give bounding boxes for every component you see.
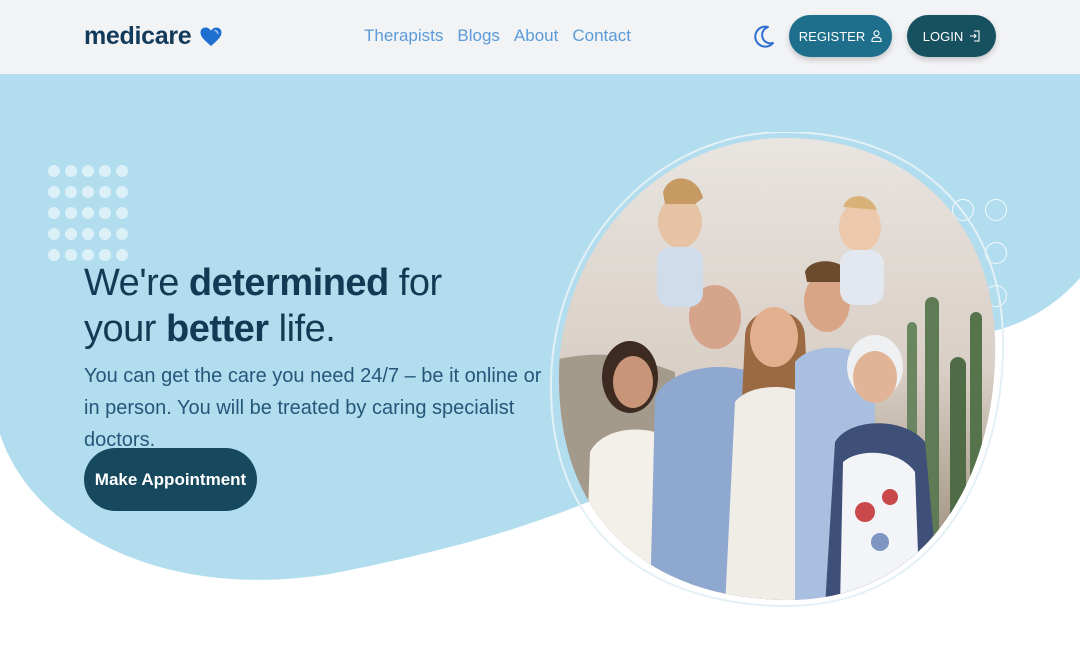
brand-logo[interactable]: medicare [84,22,223,51]
nav-link-contact[interactable]: Contact [572,26,631,46]
decorative-dots [48,165,128,261]
make-appointment-button[interactable]: Make Appointment [84,448,257,511]
register-button[interactable]: REGISTER [789,15,892,57]
login-label: LOGIN [922,28,964,44]
brand-name: medicare [84,22,192,50]
headline-line1: We're determined for [84,262,442,304]
headline-line2: your better life. [84,308,336,350]
heart-icon [200,27,222,46]
navbar: medicare Therapists Blogs About Contact … [0,0,1080,74]
nav-link-therapists[interactable]: Therapists [364,26,443,46]
family-photo [545,132,1005,607]
register-label: REGISTER [798,28,866,44]
login-icon [970,30,980,42]
hero-headline: We're determined for your better life. [84,260,442,352]
hero-subtext: You can get the care you need 24/7 – be … [84,365,542,451]
moon-icon[interactable] [752,24,776,50]
user-icon [871,30,882,42]
nav-link-blogs[interactable]: Blogs [457,26,500,46]
login-button[interactable]: LOGIN [907,15,996,57]
nav-link-about[interactable]: About [514,26,558,46]
make-appointment-label: Make Appointment [94,469,247,489]
nav-links: Therapists Blogs About Contact [364,26,631,46]
